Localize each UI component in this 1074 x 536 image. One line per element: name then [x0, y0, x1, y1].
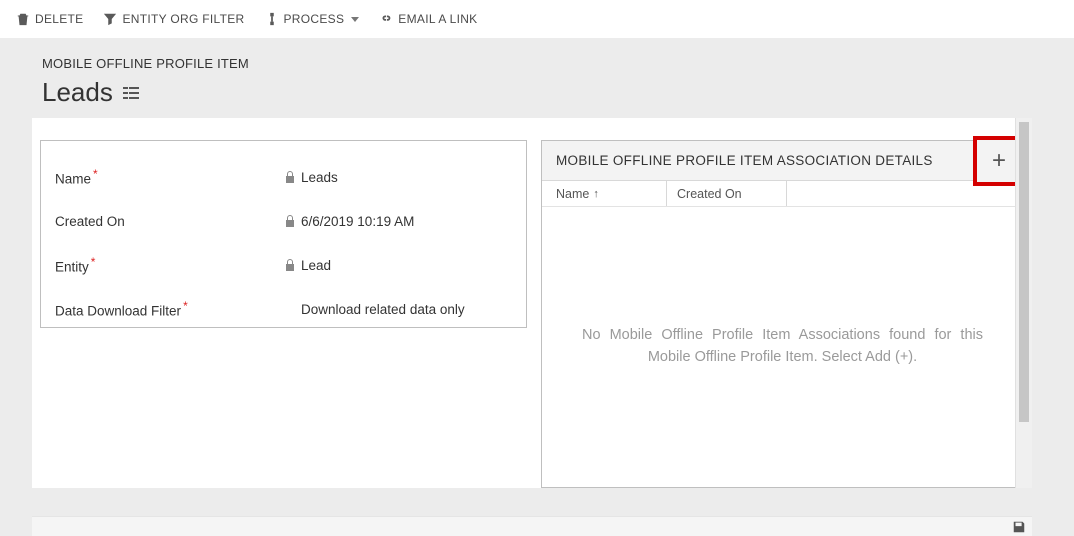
- chevron-down-icon: [351, 17, 359, 22]
- field-value-data-download-filter[interactable]: Download related data only: [285, 302, 465, 317]
- delete-label: DELETE: [35, 12, 83, 26]
- entity-type-label: MOBILE OFFLINE PROFILE ITEM: [42, 56, 1074, 71]
- scroll-thumb[interactable]: [1019, 122, 1029, 422]
- association-grid-header: Name ↑ Created On: [542, 181, 1023, 207]
- funnel-icon: [103, 12, 117, 26]
- column-header-created-on[interactable]: Created On: [667, 181, 787, 206]
- field-value-entity[interactable]: Lead: [285, 258, 331, 273]
- delete-button[interactable]: DELETE: [10, 8, 89, 30]
- page-background: MOBILE OFFLINE PROFILE ITEM Leads Name*: [0, 38, 1074, 536]
- association-details-panel: MOBILE OFFLINE PROFILE ITEM ASSOCIATION …: [541, 140, 1024, 488]
- page-title: Leads: [42, 77, 113, 108]
- field-value-created-on[interactable]: 6/6/2019 10:19 AM: [285, 214, 414, 229]
- content-card: Name* Leads Created On 6/6/2019 10:19 AM: [32, 118, 1032, 488]
- association-panel-title: MOBILE OFFLINE PROFILE ITEM ASSOCIATION …: [556, 153, 933, 168]
- column-header-name[interactable]: Name ↑: [542, 181, 667, 206]
- vertical-scrollbar[interactable]: [1015, 118, 1032, 488]
- form-selector-icon[interactable]: [123, 86, 139, 100]
- process-button[interactable]: PROCESS: [259, 8, 366, 30]
- field-value-name[interactable]: Leads: [285, 170, 338, 185]
- process-label: PROCESS: [284, 12, 345, 26]
- status-bar: [32, 516, 1032, 536]
- entity-org-filter-button[interactable]: ENTITY ORG FILTER: [97, 8, 250, 30]
- field-label-name: Name*: [55, 167, 285, 187]
- field-label-entity: Entity*: [55, 255, 285, 275]
- lock-icon: [285, 171, 295, 183]
- lock-icon: [285, 215, 295, 227]
- command-bar: DELETE ENTITY ORG FILTER PROCESS EMAIL A…: [0, 0, 1074, 38]
- trash-icon: [16, 12, 30, 26]
- sort-ascending-icon: ↑: [593, 188, 599, 200]
- field-label-data-download-filter: Data Download Filter*: [55, 299, 285, 319]
- page-header: MOBILE OFFLINE PROFILE ITEM Leads: [0, 38, 1074, 118]
- process-icon: [265, 12, 279, 26]
- link-icon: [379, 12, 393, 26]
- lock-icon: [285, 259, 295, 271]
- save-button[interactable]: [1012, 520, 1026, 534]
- plus-icon: +: [992, 147, 1006, 175]
- field-label-created-on: Created On: [55, 214, 285, 229]
- email-label: EMAIL A LINK: [398, 12, 477, 26]
- form-fields-panel: Name* Leads Created On 6/6/2019 10:19 AM: [40, 140, 527, 328]
- filter-label: ENTITY ORG FILTER: [122, 12, 244, 26]
- empty-grid-message: No Mobile Offline Profile Item Associati…: [542, 207, 1023, 487]
- email-a-link-button[interactable]: EMAIL A LINK: [373, 8, 483, 30]
